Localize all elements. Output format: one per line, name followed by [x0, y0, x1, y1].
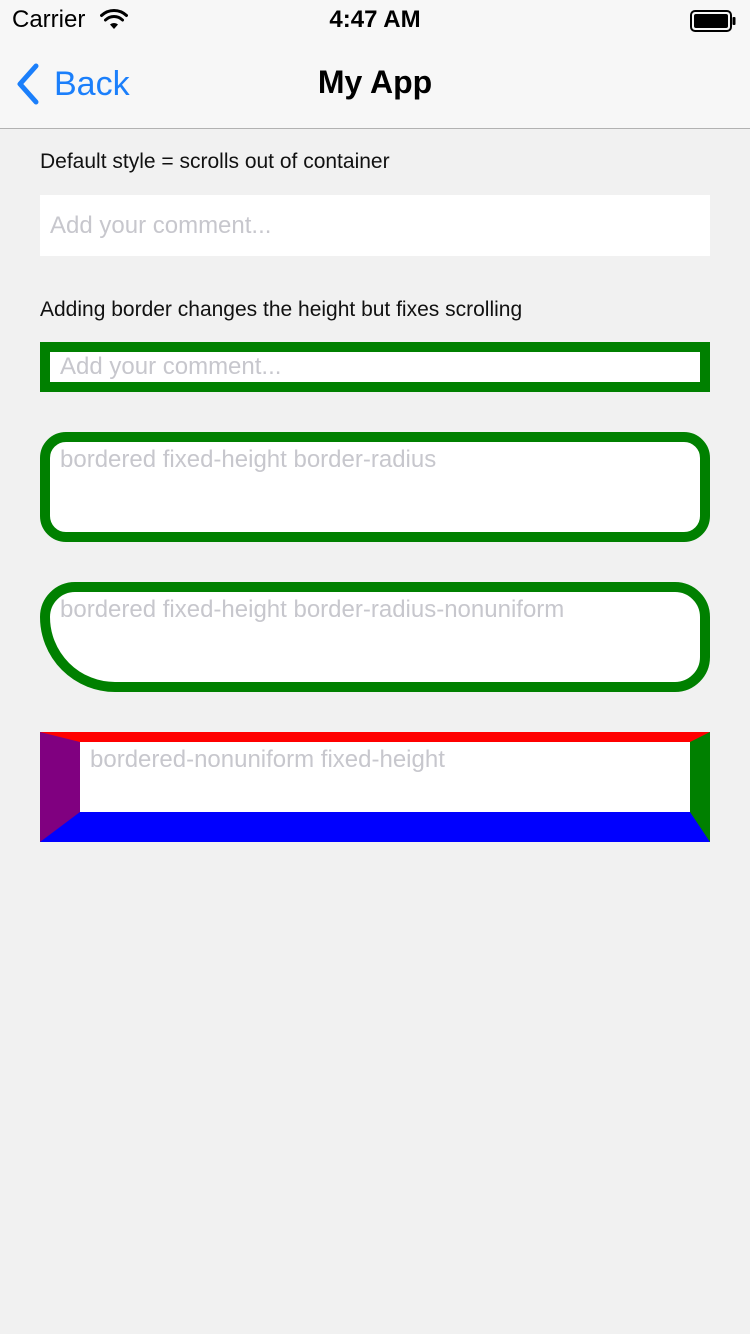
textarea-bordered-nonuniform[interactable] — [40, 732, 710, 842]
caption-default-style: Default style = scrolls out of container — [40, 150, 390, 173]
status-time: 4:47 AM — [329, 6, 421, 33]
textarea-bordered-radius-nonuniform[interactable] — [40, 582, 710, 692]
caption-border-style: Adding border changes the height but fix… — [40, 298, 523, 321]
battery-icon — [690, 10, 736, 32]
comment-input-bordered[interactable] — [40, 342, 710, 392]
comment-input-default[interactable] — [40, 195, 710, 256]
textarea-bordered-radius[interactable] — [40, 432, 710, 542]
page-title: My App — [317, 64, 433, 100]
status-bar: Carrier 4:47 AM — [0, 0, 750, 40]
navigation-bar: Back My App — [0, 40, 750, 129]
